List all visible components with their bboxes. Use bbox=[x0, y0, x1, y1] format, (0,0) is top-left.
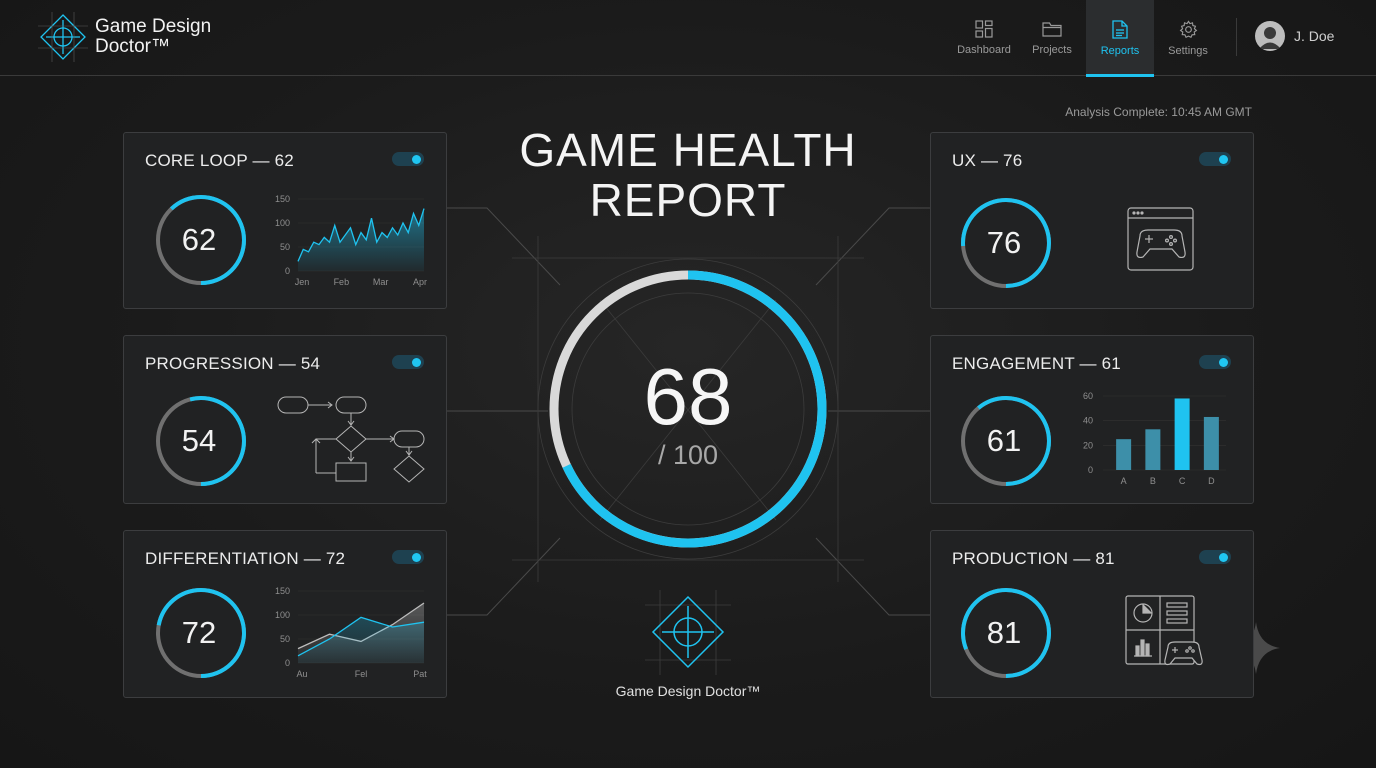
title-line-1: GAME HEALTH bbox=[519, 124, 857, 176]
card-title: UX — 76 bbox=[952, 151, 1023, 170]
x-tick-label: B bbox=[1150, 476, 1156, 486]
card-differentiation[interactable]: DIFFERENTIATION — 72 72 150 100 50 0 Au Fel Pa… bbox=[123, 530, 447, 698]
y-tick-label: 0 bbox=[285, 658, 290, 668]
card-engagement[interactable]: ENGAGEMENT — 61 61 60 40 20 0 A B C D bbox=[930, 335, 1254, 504]
card-title: PROGRESSION — 54 bbox=[145, 354, 321, 373]
engagement-bar-chart: 60 40 20 0 A B C D bbox=[1083, 391, 1226, 486]
y-tick-label: 50 bbox=[280, 242, 290, 252]
card-toggle[interactable] bbox=[1199, 152, 1231, 166]
card-title: DIFFERENTIATION — 72 bbox=[145, 549, 346, 568]
bar bbox=[1116, 439, 1132, 470]
gamepad-window-icon bbox=[1127, 207, 1194, 271]
dashboard-gamepad-icon bbox=[1125, 595, 1203, 666]
card-core-loop[interactable]: CORE LOOP — 62 62 150 100 50 0 Jen Feb Mar Apr bbox=[123, 132, 447, 309]
bar bbox=[1174, 398, 1190, 470]
card-title: PRODUCTION — 81 bbox=[952, 549, 1115, 568]
x-tick-label: Fel bbox=[355, 669, 368, 679]
y-tick-label: 40 bbox=[1083, 416, 1093, 426]
y-tick-label: 100 bbox=[275, 610, 290, 620]
y-tick-label: 150 bbox=[275, 586, 290, 596]
card-toggle[interactable] bbox=[392, 355, 424, 369]
differentiation-area-chart: 150 100 50 0 Au Fel Pat bbox=[275, 586, 427, 679]
score-value: 54 bbox=[181, 423, 217, 458]
card-toggle[interactable] bbox=[1199, 355, 1231, 369]
flowchart-icon bbox=[277, 396, 425, 483]
title-line-2: REPORT bbox=[589, 174, 787, 226]
card-toggle[interactable] bbox=[392, 152, 424, 166]
card-production[interactable]: PRODUCTION — 81 81 bbox=[930, 530, 1254, 698]
x-tick-label: Feb bbox=[334, 277, 350, 287]
y-tick-label: 150 bbox=[275, 194, 290, 204]
x-tick-label: Pat bbox=[413, 669, 427, 679]
x-tick-label: Mar bbox=[373, 277, 389, 287]
card-toggle[interactable] bbox=[1199, 550, 1231, 564]
score-value: 72 bbox=[181, 615, 217, 650]
card-title: ENGAGEMENT — 61 bbox=[952, 354, 1121, 373]
core-loop-area-chart: 150 100 50 0 Jen Feb Mar Apr bbox=[275, 194, 427, 287]
card-title: CORE LOOP — 62 bbox=[145, 151, 294, 170]
page-title: GAME HEALTH REPORT bbox=[460, 125, 916, 225]
bar bbox=[1203, 416, 1219, 470]
x-tick-label: C bbox=[1179, 476, 1186, 486]
score-value: 61 bbox=[986, 423, 1022, 458]
x-tick-label: Jen bbox=[295, 277, 310, 287]
crosshair-diamond-logo-icon bbox=[645, 590, 731, 675]
x-tick-label: Au bbox=[296, 669, 307, 679]
overall-score-max: / 100 bbox=[657, 440, 719, 470]
card-toggle[interactable] bbox=[392, 550, 424, 564]
x-tick-label: A bbox=[1121, 476, 1127, 486]
y-tick-label: 0 bbox=[285, 266, 290, 276]
y-tick-label: 50 bbox=[280, 634, 290, 644]
x-tick-label: D bbox=[1208, 476, 1215, 486]
score-value: 81 bbox=[986, 615, 1022, 650]
footer-brand-name: Game Design Doctor™ bbox=[615, 683, 761, 699]
y-tick-label: 20 bbox=[1083, 440, 1093, 450]
card-progression[interactable]: PROGRESSION — 54 54 bbox=[123, 335, 447, 504]
y-tick-label: 60 bbox=[1083, 391, 1093, 401]
y-tick-label: 100 bbox=[275, 218, 290, 228]
x-tick-label: Apr bbox=[413, 277, 427, 287]
series-area bbox=[298, 208, 424, 271]
card-ux[interactable]: UX — 76 76 bbox=[930, 132, 1254, 309]
overall-score: 68 bbox=[643, 352, 733, 441]
score-value: 76 bbox=[986, 225, 1022, 260]
score-value: 62 bbox=[181, 222, 217, 257]
bar bbox=[1145, 429, 1161, 470]
y-tick-label: 0 bbox=[1088, 465, 1093, 475]
